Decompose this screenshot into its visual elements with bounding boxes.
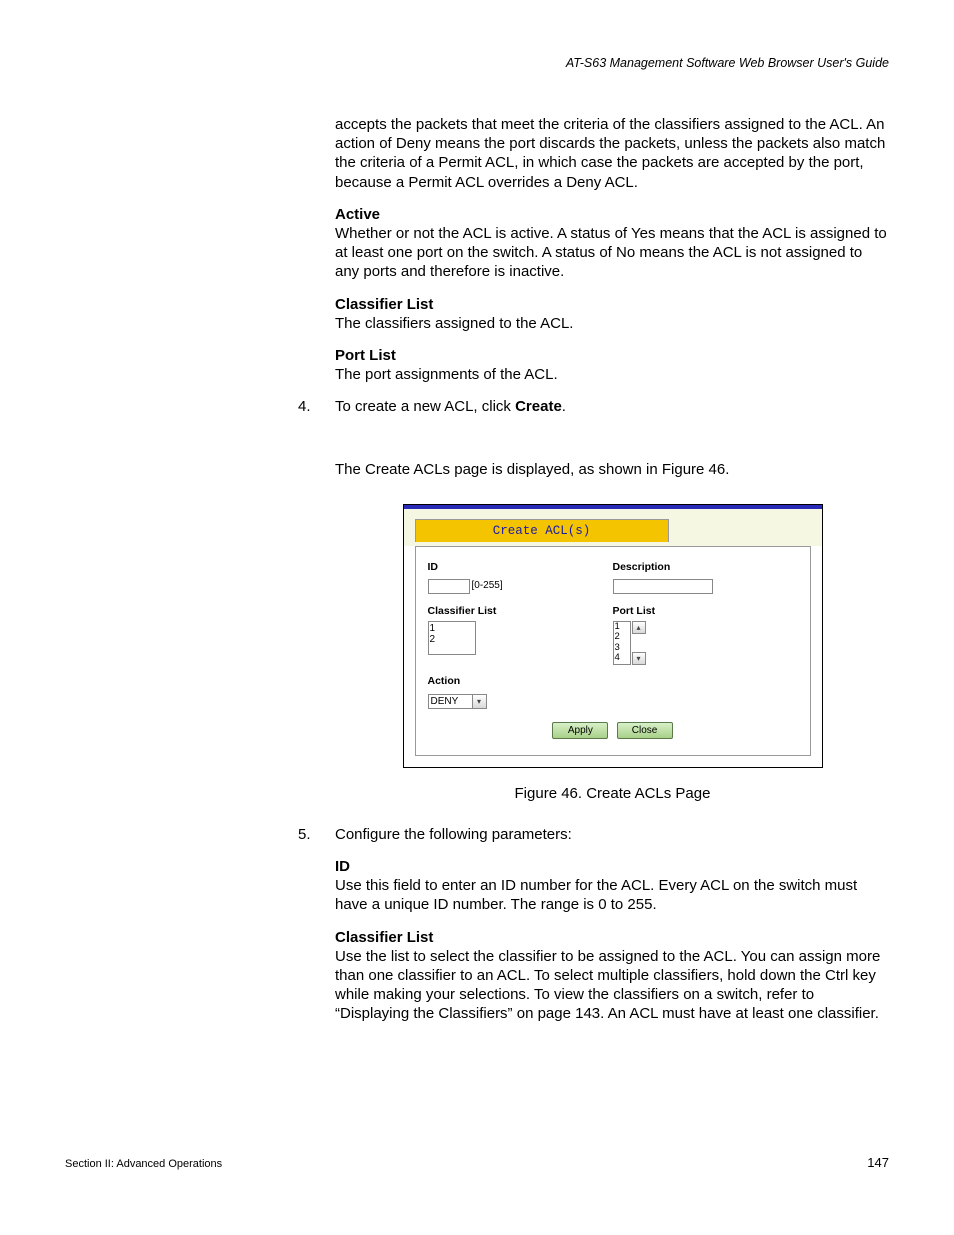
intro-paragraph: accepts the packets that meet the criter… xyxy=(335,115,890,192)
step-4-follow: The Create ACLs page is displayed, as sh… xyxy=(335,460,890,479)
id-heading: ID xyxy=(335,857,890,876)
step-4-create-word: Create xyxy=(515,398,562,415)
apply-button[interactable]: Apply xyxy=(552,722,608,739)
step-5-text: Configure the following parameters: xyxy=(335,826,572,843)
classifier-list-heading-2: Classifier List xyxy=(335,928,890,947)
step-5-number: 5. xyxy=(298,825,311,844)
chevron-down-icon[interactable]: ▾ xyxy=(473,694,487,709)
port-listbox[interactable]: 1 2 3 4 xyxy=(613,621,631,665)
page-number: 147 xyxy=(867,1155,889,1170)
description-field-label: Description xyxy=(613,561,798,574)
id-field-label: ID xyxy=(428,561,613,574)
figure-caption: Figure 46. Create ACLs Page xyxy=(335,784,890,803)
figure-46: Create ACL(s) ID [0-255] Description xyxy=(403,504,823,768)
description-input[interactable] xyxy=(613,579,713,594)
id-description: Use this field to enter an ID number for… xyxy=(335,876,890,914)
step-4: 4. To create a new ACL, click Create. Th… xyxy=(298,397,890,803)
create-acl-tab[interactable]: Create ACL(s) xyxy=(415,519,669,542)
active-heading: Active xyxy=(335,205,890,224)
port-list-item[interactable]: 4 xyxy=(615,653,629,664)
action-select-value: DENY xyxy=(428,694,473,709)
classifier-listbox[interactable]: 1 2 xyxy=(428,621,476,655)
port-list-description: The port assignments of the ACL. xyxy=(335,365,890,384)
classifier-list-description-2: Use the list to select the classifier to… xyxy=(335,947,890,1024)
main-content: accepts the packets that meet the criter… xyxy=(335,115,890,1037)
port-list-field-label: Port List xyxy=(613,605,798,618)
scroll-down-button[interactable]: ▾ xyxy=(632,652,646,665)
step-4-text-a: To create a new ACL, click xyxy=(335,398,515,415)
step-4-text-b: . xyxy=(562,398,566,415)
active-description: Whether or not the ACL is active. A stat… xyxy=(335,224,890,282)
close-button[interactable]: Close xyxy=(617,722,673,739)
footer-section: Section II: Advanced Operations xyxy=(65,1158,222,1170)
action-select[interactable]: DENY ▾ xyxy=(428,694,487,709)
id-hint: [0-255] xyxy=(472,580,503,591)
classifier-list-description: The classifiers assigned to the ACL. xyxy=(335,314,890,333)
action-field-label: Action xyxy=(428,675,613,688)
classifier-list-heading: Classifier List xyxy=(335,295,890,314)
classifier-list-item[interactable]: 1 xyxy=(430,623,474,634)
id-input[interactable] xyxy=(428,579,470,594)
classifier-list-item[interactable]: 2 xyxy=(430,634,474,645)
step-4-number: 4. xyxy=(298,397,311,416)
page-header: AT-S63 Management Software Web Browser U… xyxy=(566,56,889,70)
port-list-heading: Port List xyxy=(335,346,890,365)
scroll-up-button[interactable]: ▴ xyxy=(632,621,646,634)
classifier-list-field-label: Classifier List xyxy=(428,605,613,618)
step-5: 5. Configure the following parameters: I… xyxy=(298,825,890,1024)
